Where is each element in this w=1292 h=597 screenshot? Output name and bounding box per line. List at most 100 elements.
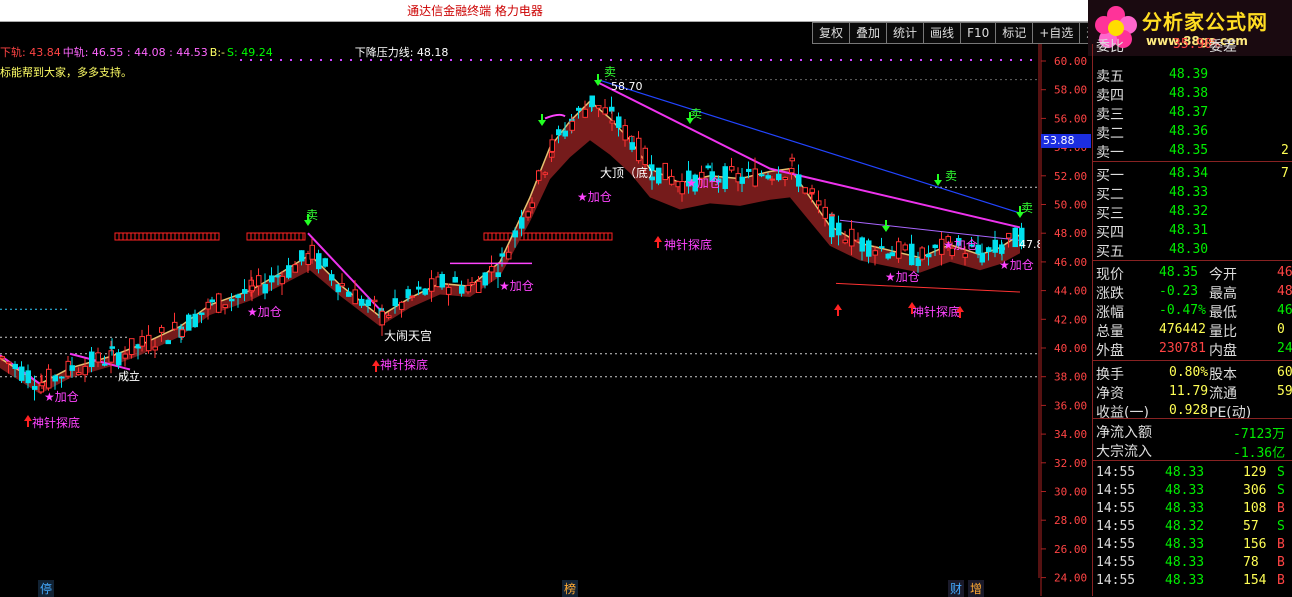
tick-side: B: [1277, 537, 1285, 552]
bid-label: 买四: [1096, 225, 1124, 241]
stats-button[interactable]: 统计: [886, 22, 924, 44]
tick-time: 14:55: [1096, 537, 1136, 552]
ask-price: 48.36: [1169, 124, 1209, 139]
ask-row[interactable]: 卖二 48.36: [1093, 123, 1292, 142]
tick-side: S: [1277, 483, 1285, 498]
dancing-label: 大闹天宫: [384, 328, 432, 343]
axis-tick-label: 40.00: [1054, 342, 1087, 355]
draw-line-button[interactable]: 画线: [923, 22, 961, 44]
axis-tick-label: 26.00: [1054, 543, 1087, 556]
high-price-label: 58.70: [611, 80, 643, 93]
add-favorite-button[interactable]: +自选: [1032, 22, 1080, 44]
ask-row[interactable]: 卖五 48.39: [1093, 66, 1292, 85]
stat-label: 最低: [1209, 305, 1237, 321]
indicator-line: 下轨: 43.84 中轨: 46.55 : 44.08 : 44.53 B:- S: …: [0, 44, 450, 60]
bid-label: 买五: [1096, 244, 1124, 260]
bid-label: 买二: [1096, 187, 1124, 203]
tick-row[interactable]: 14:55 48.33 156 B: [1093, 536, 1292, 555]
ask-price: 48.35: [1169, 143, 1209, 158]
stat-label: 涨幅: [1096, 305, 1124, 321]
bid-row[interactable]: 买二 48.33: [1093, 184, 1292, 203]
up-arrow-icon: [372, 360, 380, 372]
tick-volume: 154: [1243, 573, 1267, 588]
tick-price: 48.33: [1165, 555, 1205, 570]
tick-row[interactable]: 14:55 48.33 108 B: [1093, 500, 1292, 519]
bottom-tag[interactable]: 榜: [562, 580, 579, 597]
probe-bottom-signal: 神针探底: [380, 357, 428, 372]
stat-label: 股本: [1209, 367, 1237, 383]
f10-button[interactable]: F10: [960, 22, 996, 44]
add-position-signal: ★加仓: [44, 390, 79, 404]
tick-row[interactable]: 14:55 48.33 306 S: [1093, 482, 1292, 501]
bottom-tag[interactable]: 增: [968, 580, 985, 597]
sell-signal: 卖: [604, 65, 616, 79]
probe-bottom-signal: 神针探底: [32, 415, 80, 430]
bottom-tag[interactable]: 停: [38, 580, 55, 597]
ask-row[interactable]: 卖一 48.35 2: [1093, 142, 1292, 161]
bid-row[interactable]: 买一 48.34 7: [1093, 165, 1292, 184]
tick-row[interactable]: 14:55 48.33 129 S: [1093, 464, 1292, 483]
add-position-signal: ★加仓: [999, 258, 1034, 272]
flow-value: -7123万: [1233, 427, 1286, 442]
indicator-note: 标能帮到大家，多多支持。: [0, 66, 132, 79]
bid-row[interactable]: 买四 48.31: [1093, 222, 1292, 241]
stat-value: 245: [1277, 341, 1292, 356]
axis-tick-label: 36.00: [1054, 399, 1087, 412]
stat-value: -0.23: [1159, 284, 1199, 299]
stat-value: 476442: [1159, 322, 1206, 337]
bid-price: 48.32: [1169, 204, 1209, 219]
axis-tick-label: 28.00: [1054, 514, 1087, 527]
axis-tick-label: 30.00: [1054, 486, 1087, 499]
kline-chart[interactable]: 58.70大顶（底）大闹天宫成立47.8卖卖卖卖卖★加仓★加仓★加仓★加仓★加仓…: [0, 44, 1040, 578]
bid-row[interactable]: 买五 48.30: [1093, 241, 1292, 260]
tick-volume: 108: [1243, 501, 1267, 516]
add-position-signal: ★加仓: [885, 270, 920, 284]
stat-label: 今开: [1209, 267, 1237, 283]
top-bottom-label: 大顶（底）: [600, 165, 660, 180]
tick-volume: 57: [1243, 519, 1259, 534]
add-position-signal: ★加仓: [943, 238, 978, 252]
ask-price: 48.38: [1169, 86, 1209, 101]
fuquan-button[interactable]: 复权: [812, 22, 850, 44]
tick-price: 48.33: [1165, 465, 1205, 480]
up-arrow-icon: [24, 415, 32, 427]
bid-price: 48.31: [1169, 223, 1209, 238]
ask-volume: 2: [1281, 143, 1289, 158]
stat-value: 11.79: [1169, 384, 1209, 399]
bid-row[interactable]: 买三 48.32: [1093, 203, 1292, 222]
down-arrow-icon: [882, 220, 890, 232]
tick-row[interactable]: 14:55 48.33 78 B: [1093, 554, 1292, 573]
mark-button[interactable]: 标记: [995, 22, 1033, 44]
bid-label: 买一: [1096, 168, 1124, 184]
down-arrow-icon: [538, 114, 546, 126]
stat-value: 0: [1277, 322, 1285, 337]
tick-side: B: [1277, 555, 1285, 570]
flow-label: 净流入额: [1096, 425, 1152, 441]
tick-time: 14:55: [1096, 501, 1136, 516]
stat-label: 内盘: [1209, 343, 1237, 359]
stat-label: 涨跌: [1096, 286, 1124, 302]
bid-volume: 7: [1281, 166, 1289, 181]
overlay-button[interactable]: 叠加: [849, 22, 887, 44]
ask-label: 卖五: [1096, 69, 1124, 85]
bid-price: 48.33: [1169, 185, 1209, 200]
ask-label: 卖一: [1096, 145, 1124, 161]
ask-row[interactable]: 卖四 48.38: [1093, 85, 1292, 104]
bid-price: 48.30: [1169, 242, 1209, 257]
indicator-value: 中轨: 46.55 : 44.08 : 44.53: [62, 46, 208, 59]
axis-tick-label: 42.00: [1054, 313, 1087, 326]
stat-label: 净资: [1096, 386, 1124, 402]
ask-row[interactable]: 卖三 48.37: [1093, 104, 1292, 123]
tick-side: S: [1277, 519, 1285, 534]
tick-row[interactable]: 14:55 48.33 154 B: [1093, 572, 1292, 591]
bid-price: 48.34: [1169, 166, 1209, 181]
tick-price: 48.33: [1165, 501, 1205, 516]
flow-label: 大宗流入: [1096, 444, 1152, 460]
bottom-tag[interactable]: 财: [948, 580, 965, 597]
bid-label: 买三: [1096, 206, 1124, 222]
order-ratio-label: 委比: [1096, 39, 1124, 55]
tick-row[interactable]: 14:55 48.32 57 S: [1093, 518, 1292, 537]
stat-value: 46: [1277, 265, 1292, 280]
tick-side: B: [1277, 573, 1285, 588]
stat-value: 48.35: [1159, 265, 1199, 280]
